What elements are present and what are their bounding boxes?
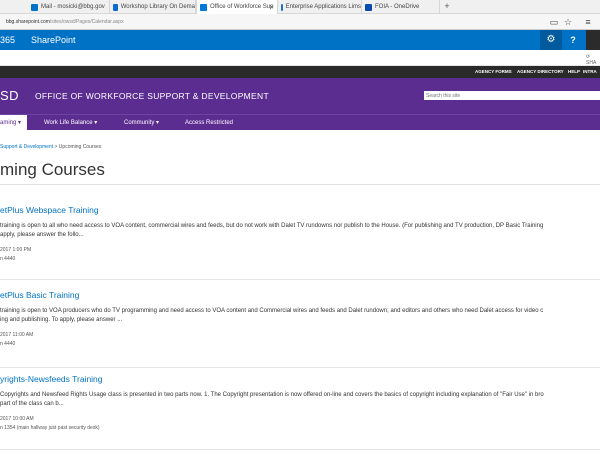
course-location: n 4440 (0, 341, 16, 347)
chevron-down-icon: ▾ (94, 120, 98, 126)
course-description-line: ing and publishing. To apply, please ans… (0, 317, 123, 323)
nav-item-training[interactable]: aming ▾ (0, 115, 28, 131)
search-input[interactable] (424, 91, 600, 100)
course-title-link[interactable]: etPlus Webspace Training (0, 205, 99, 215)
outlook-icon (31, 3, 38, 11)
divider (0, 184, 600, 185)
nav-item-community[interactable]: Community ▾ (124, 115, 159, 131)
list-item: etPlus Basic Training training is open t… (0, 290, 600, 368)
list-item: etPlus Webspace Training training is ope… (0, 205, 600, 280)
course-description: training is open to VOA producers who do… (0, 307, 600, 325)
tab-label: Workshop Library On Dema (120, 4, 195, 10)
sharepoint-icon (200, 3, 207, 11)
nav-label: Community (124, 120, 155, 126)
hub-icon[interactable]: ≡ (582, 16, 594, 28)
course-description: Copyrights and Newsfeed Rights Usage cla… (0, 391, 600, 409)
gear-icon[interactable]: ⚙ (540, 30, 562, 50)
tab-label: Mail - mosicki@bbg.gov (41, 4, 105, 10)
reading-view-icon[interactable]: ▭ (548, 16, 560, 28)
close-tab-icon[interactable]: ✕ (269, 4, 274, 11)
course-description-line: training is open to all who need access … (0, 223, 544, 229)
nav-label: Work Life Balance (44, 120, 93, 126)
nav-label: aming (0, 120, 17, 126)
nav-item-access-restricted[interactable]: Access Restricted (185, 115, 233, 131)
course-date: 2017 1:00 PM (0, 247, 32, 253)
url-path: /sites/owsd/Pages/Calendar.aspx (49, 19, 124, 25)
course-description-line: part of the class can b... (0, 401, 64, 407)
course-description-line: apply, please answer the follo... (0, 232, 84, 238)
tab-label: FOIA - OneDrive (375, 4, 420, 10)
course-description-line: Copyrights and Newsfeed Rights Usage cla… (0, 392, 544, 398)
agency-forms-link[interactable]: AGENCY FORMS (475, 69, 512, 74)
browser-tab-owsd[interactable]: Office of Workforce Sup ✕ (196, 0, 278, 14)
site-logo[interactable]: SD (0, 88, 19, 103)
course-location: n 4440 (0, 256, 16, 262)
browser-tab-enterprise[interactable]: Enterprise Applications Lims (278, 0, 362, 14)
url-domain: bbg.sharepoint.com (6, 19, 50, 25)
page-title: ming Courses (0, 160, 105, 179)
onedrive-icon (365, 3, 372, 11)
browser-tab-strip: Mail - mosicki@bbg.gov Workshop Library … (0, 0, 600, 14)
share-button[interactable]: ⟳ SHA (586, 54, 600, 66)
sharepoint-link[interactable]: SharePoint (31, 30, 76, 50)
browser-tab-mail[interactable]: Mail - mosicki@bbg.gov (28, 0, 110, 14)
browser-tab-workshop[interactable]: Workshop Library On Dema (110, 0, 196, 14)
course-description-line: training is open to VOA producers who do… (0, 308, 544, 314)
course-date: 2017 11:00 AM (0, 332, 34, 338)
favorite-star-icon[interactable]: ☆ (562, 16, 574, 28)
agency-directory-link[interactable]: AGENCY DIRECTORY (517, 69, 564, 74)
chevron-down-icon: ▾ (156, 120, 160, 126)
help-icon[interactable]: ? (562, 30, 584, 50)
site-title[interactable]: OFFICE OF WORKFORCE SUPPORT & DEVELOPMEN… (35, 91, 269, 101)
breadcrumb: Support & Development > Upcoming Courses (0, 144, 101, 150)
course-date: 2017 10:00 AM (0, 416, 34, 422)
intranet-link[interactable]: INTRA (583, 69, 597, 74)
new-tab-button[interactable]: + (442, 0, 452, 14)
nav-item-work-life-balance[interactable]: Work Life Balance ▾ (44, 115, 97, 131)
list-item: yrights-Newsfeeds Training Copyrights an… (0, 374, 600, 450)
course-location: n 1354 (main hallway just past security … (0, 425, 100, 431)
suite-bar: 365 SharePoint ⚙ ? (0, 30, 600, 50)
top-navigation: aming ▾ Work Life Balance ▾ Community ▾ … (0, 114, 600, 131)
breadcrumb-link[interactable]: Support & Development (0, 144, 53, 150)
url-field[interactable]: bbg.sharepoint.com/sites/owsd/Pages/Cale… (6, 17, 536, 27)
agency-top-bar: AGENCY FORMS AGENCY DIRECTORY HELP INTRA (0, 66, 600, 78)
course-title-link[interactable]: etPlus Basic Training (0, 290, 79, 300)
site-banner: SD OFFICE OF WORKFORCE SUPPORT & DEVELOP… (0, 78, 600, 114)
address-bar: bbg.sharepoint.com/sites/owsd/Pages/Cale… (0, 14, 600, 30)
share-bar: ⟳ SHA (0, 50, 600, 66)
breadcrumb-current: Upcoming Courses (58, 144, 102, 150)
chevron-down-icon: ▾ (18, 120, 22, 126)
course-description: training is open to all who need access … (0, 222, 600, 240)
office365-label[interactable]: 365 (0, 30, 15, 50)
tab-label: Enterprise Applications Lims (285, 4, 361, 10)
course-title-link[interactable]: yrights-Newsfeeds Training (0, 374, 103, 384)
edge-icon (281, 3, 283, 11)
nav-label: Access Restricted (185, 120, 234, 126)
help-link[interactable]: HELP (568, 69, 580, 74)
tab-label: Office of Workforce Sup (210, 4, 274, 10)
browser-tab-foia[interactable]: FOIA - OneDrive (362, 0, 440, 14)
avatar[interactable] (586, 30, 600, 50)
sharepoint-icon (113, 3, 118, 11)
